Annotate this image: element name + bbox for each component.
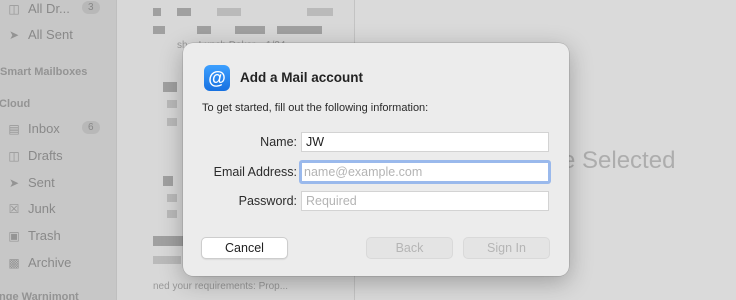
sign-in-button[interactable]: Sign In — [463, 237, 550, 259]
email-label: Email Address: — [213, 165, 297, 179]
at-sign-glyph: @ — [208, 67, 226, 88]
add-mail-account-dialog: @ Add a Mail account To get started, fil… — [183, 43, 569, 276]
dialog-intro: To get started, fill out the following i… — [202, 102, 429, 114]
at-sign-icon: @ — [204, 65, 230, 91]
name-field[interactable] — [301, 132, 549, 152]
back-button[interactable]: Back — [366, 237, 453, 259]
email-field[interactable] — [299, 160, 551, 184]
dialog-title: Add a Mail account — [240, 70, 364, 85]
name-label: Name: — [260, 135, 297, 149]
password-field[interactable] — [301, 191, 549, 211]
cancel-button[interactable]: Cancel — [201, 237, 288, 259]
password-label: Password: — [238, 194, 297, 208]
